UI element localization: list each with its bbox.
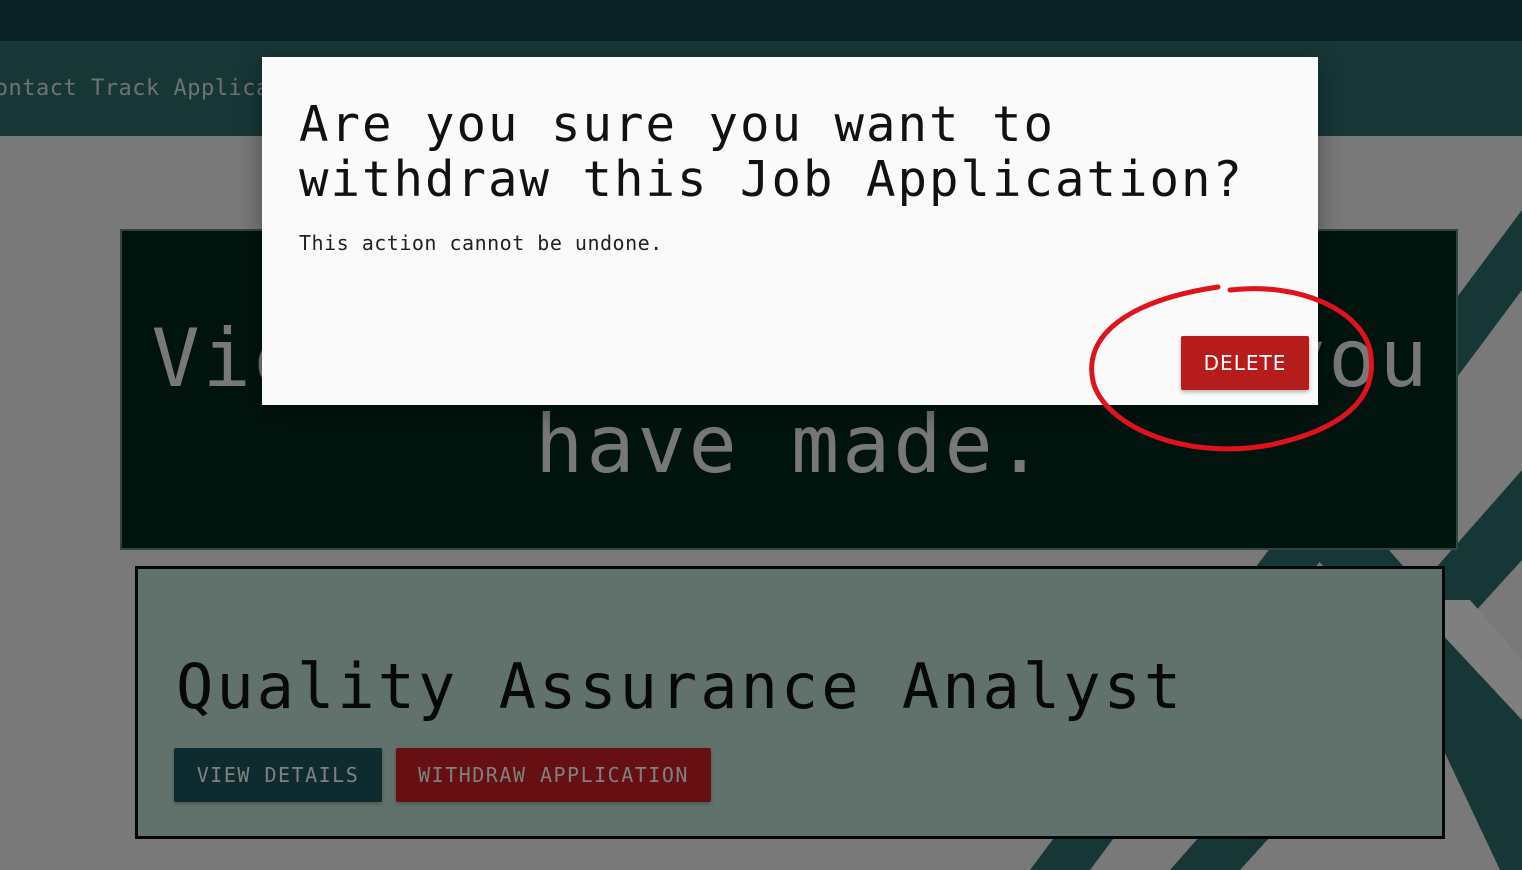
confirm-withdraw-dialog: Are you sure you want to withdraw this J… xyxy=(262,57,1318,405)
dialog-title: Are you sure you want to withdraw this J… xyxy=(299,96,1245,208)
delete-button[interactable]: DELETE xyxy=(1181,336,1309,390)
page: Contact Track Applications View the appl… xyxy=(0,0,1522,870)
dialog-message: This action cannot be undone. xyxy=(299,231,663,255)
